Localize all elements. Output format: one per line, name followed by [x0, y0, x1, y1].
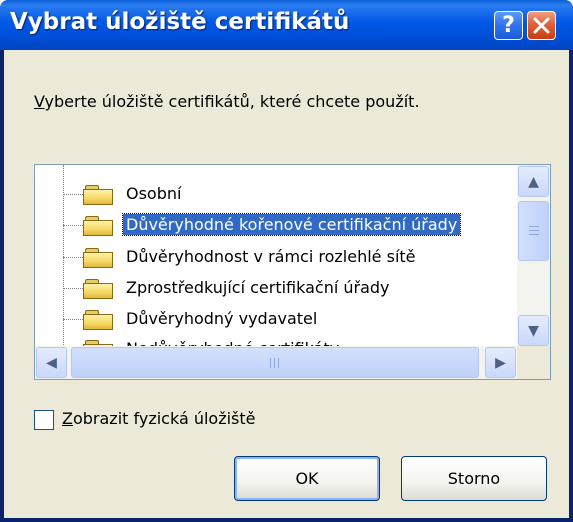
- tree-item-label: Důvěryhodný vydavatel: [126, 309, 318, 328]
- instruction-text: Vyberte úložiště certifikátů, které chce…: [34, 92, 420, 111]
- tree-item-label: Důvěryhodnost v rámci rozlehlé sítě: [126, 247, 416, 266]
- folder-icon: [83, 279, 115, 299]
- tree-item-personal[interactable]: Osobní: [35, 179, 519, 210]
- instruction-rest: yberte úložiště certifikátů, které chcet…: [44, 92, 420, 111]
- scroll-right-button[interactable]: ▶: [485, 347, 516, 378]
- certificate-store-dialog: Vybrat úložiště certifikátů ? Vyberte úl…: [0, 0, 573, 522]
- vertical-scrollbar[interactable]: ▲ ▼: [517, 165, 550, 347]
- chevron-left-icon: ◀: [46, 354, 57, 371]
- close-icon: [533, 17, 550, 34]
- dialog-body: Vyberte úložiště certifikátů, které chce…: [4, 50, 569, 518]
- checkbox-label-rest: obrazit fyzická úložiště: [72, 409, 256, 428]
- tree-item-enterprise-trust[interactable]: Důvěryhodnost v rámci rozlehlé sítě: [35, 242, 519, 273]
- show-physical-stores-checkbox[interactable]: [34, 410, 54, 430]
- scrollbar-corner: [517, 346, 550, 379]
- horizontal-scrollbar[interactable]: ◀ ▶: [35, 346, 519, 379]
- tree-branch: [63, 194, 83, 195]
- horizontal-scroll-thumb[interactable]: [71, 347, 479, 378]
- tree-item-intermediate-ca[interactable]: Zprostředkující certifikační úřady: [35, 273, 519, 304]
- tree-content: Osobní Důvěryhodné kořenové certifikační…: [35, 165, 519, 347]
- help-button[interactable]: ?: [494, 11, 523, 40]
- tree-item-label: Důvěryhodné kořenové certifikační úřady: [121, 213, 462, 236]
- tree-item-trusted-publisher[interactable]: Důvěryhodný vydavatel: [35, 304, 519, 335]
- cancel-button[interactable]: Storno: [401, 456, 547, 501]
- chevron-down-icon: ▼: [528, 322, 539, 339]
- tree-item-label: Zprostředkující certifikační úřady: [126, 278, 390, 297]
- folder-icon: [83, 216, 115, 236]
- chevron-up-icon: ▲: [528, 173, 539, 190]
- scroll-left-button[interactable]: ◀: [36, 347, 67, 378]
- scroll-down-button[interactable]: ▼: [518, 315, 549, 346]
- dialog-title: Vybrat úložiště certifikátů: [10, 9, 350, 35]
- tree-branch: [63, 257, 83, 258]
- scroll-up-button[interactable]: ▲: [518, 166, 549, 197]
- instruction-accelerator: V: [34, 92, 45, 111]
- close-button[interactable]: [527, 11, 556, 40]
- title-bar[interactable]: Vybrat úložiště certifikátů ?: [0, 0, 573, 50]
- tree-branch: [63, 288, 83, 289]
- checkbox-accelerator: Z: [62, 409, 73, 428]
- tree-branch: [63, 319, 83, 320]
- folder-icon: [83, 248, 115, 268]
- tree-branch: [63, 225, 83, 226]
- store-tree-view[interactable]: Osobní Důvěryhodné kořenové certifikační…: [34, 164, 551, 380]
- show-physical-stores-label: Zobrazit fyzická úložiště: [62, 409, 256, 428]
- folder-icon: [83, 185, 115, 205]
- question-mark-icon: ?: [502, 12, 515, 38]
- tree-item-trusted-root[interactable]: Důvěryhodné kořenové certifikační úřady: [35, 210, 519, 241]
- chevron-right-icon: ▶: [495, 354, 506, 371]
- tree-item-label: Osobní: [126, 184, 182, 203]
- folder-icon: [83, 310, 115, 330]
- vertical-scroll-thumb[interactable]: [518, 201, 549, 261]
- ok-button[interactable]: OK: [234, 456, 380, 501]
